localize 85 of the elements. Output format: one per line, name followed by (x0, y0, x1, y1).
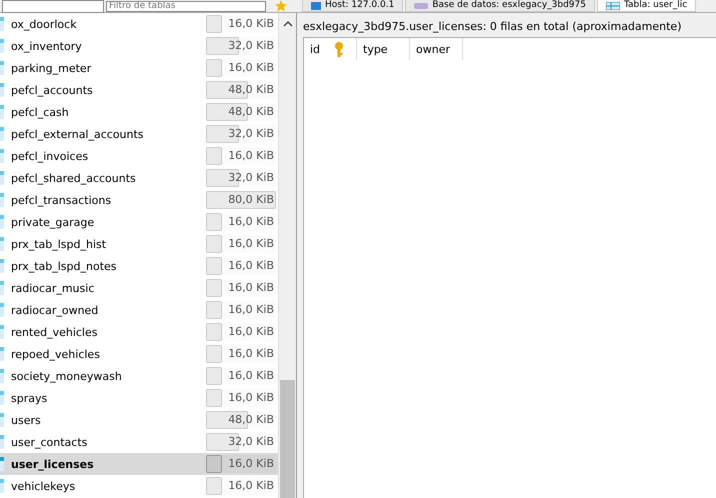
table-list-item[interactable]: society_moneywash 16,0 KiB (0, 365, 278, 387)
table-list-item[interactable]: vehiclekeys 16,0 KiB (0, 475, 278, 497)
column-label: type (363, 42, 388, 56)
table-icon (0, 149, 4, 163)
scrollbar[interactable] (278, 13, 296, 498)
column-header[interactable]: owner (410, 38, 463, 60)
table-size: 48,0 KiB (228, 413, 274, 426)
table-icon (0, 303, 4, 317)
table-size: 48,0 KiB (228, 83, 274, 96)
database-filter-field[interactable] (2, 0, 104, 12)
table-size: 32,0 KiB (228, 435, 274, 448)
column-label: owner (416, 42, 450, 56)
table-icon (0, 83, 4, 97)
table-list-item[interactable]: pefcl_transactions 80,0 KiB (0, 189, 278, 211)
table-list-item[interactable]: parking_meter 16,0 KiB (0, 57, 278, 79)
table-icon (0, 193, 4, 207)
table-icon (0, 127, 4, 141)
tab[interactable]: Base de datos: esxlegacy_3bd975 (405, 0, 595, 12)
table-list-item[interactable]: prx_tab_lspd_hist 16,0 KiB (0, 233, 278, 255)
table-list-item[interactable]: radiocar_music 16,0 KiB (0, 277, 278, 299)
table-size: 16,0 KiB (228, 391, 274, 404)
table-list-item[interactable]: user_licenses 16,0 KiB (0, 453, 278, 475)
table-list-item[interactable]: pefcl_external_accounts 32,0 KiB (0, 123, 278, 145)
table-icon (0, 435, 4, 449)
table-icon (0, 259, 4, 273)
table-icon (0, 479, 4, 493)
scrollbar-thumb[interactable] (280, 380, 295, 498)
table-icon (0, 105, 4, 119)
table-list-item[interactable]: user_contacts 32,0 KiB (0, 431, 278, 453)
table-size: 16,0 KiB (228, 17, 274, 30)
table-size: 16,0 KiB (228, 215, 274, 228)
table-list-item[interactable]: radiocar_owned 16,0 KiB (0, 299, 278, 321)
table-list-item[interactable]: pefcl_accounts 48,0 KiB (0, 79, 278, 101)
table-list-item[interactable]: repoed_vehicles 16,0 KiB (0, 343, 278, 365)
table-list-item[interactable]: private_garage 16,0 KiB (0, 211, 278, 233)
table-size: 16,0 KiB (228, 347, 274, 360)
database-icon (414, 2, 428, 8)
table-icon (0, 215, 4, 229)
column-header[interactable]: id (304, 38, 357, 60)
table-size: 16,0 KiB (228, 325, 274, 338)
table-size: 48,0 KiB (228, 105, 274, 118)
table-size: 16,0 KiB (228, 457, 274, 470)
table-icon (0, 39, 4, 53)
table-list-item[interactable]: rented_vehicles 16,0 KiB (0, 321, 278, 343)
table-size: 16,0 KiB (228, 369, 274, 382)
table-icon (0, 413, 4, 427)
table-size: 16,0 KiB (228, 281, 274, 294)
table-size: 16,0 KiB (228, 479, 274, 492)
table-list-item[interactable]: pefcl_shared_accounts 32,0 KiB (0, 167, 278, 189)
tab[interactable]: Host: 127.0.0.1 (302, 0, 404, 12)
table-size: 16,0 KiB (228, 61, 274, 74)
star-icon[interactable] (274, 0, 288, 12)
table-size: 16,0 KiB (228, 237, 274, 250)
table-size: 32,0 KiB (228, 127, 274, 140)
table-summary: esxlegacy_3bd975.user_licenses: 0 filas en total (aproximadamente) (303, 19, 682, 35)
table-size: 32,0 KiB (228, 39, 274, 52)
column-header[interactable]: type (357, 38, 410, 60)
table-icon (0, 369, 4, 383)
table-list-item[interactable]: users 48,0 KiB (0, 409, 278, 431)
scroll-up-icon[interactable] (282, 21, 292, 27)
table-icon (606, 2, 620, 10)
table-list-item[interactable]: pefcl_cash 48,0 KiB (0, 101, 278, 123)
tab[interactable]: Tabla: user_lic (596, 0, 696, 12)
table-icon (0, 347, 4, 361)
table-icon (0, 391, 4, 405)
table-size: 16,0 KiB (228, 149, 274, 162)
column-label: id (310, 42, 320, 56)
table-icon (0, 457, 4, 471)
table-icon (0, 325, 4, 339)
table-size: 32,0 KiB (228, 171, 274, 184)
table-list-item[interactable]: prx_tab_lspd_notes 16,0 KiB (0, 255, 278, 277)
table-icon (0, 61, 4, 75)
table-size: 80,0 KiB (228, 193, 274, 206)
table-list-item[interactable]: pefcl_invoices 16,0 KiB (0, 145, 278, 167)
table-icon (0, 17, 4, 31)
table-list-item[interactable]: ox_inventory 32,0 KiB (0, 35, 278, 57)
table-icon (0, 281, 4, 295)
table-size: 16,0 KiB (228, 259, 274, 272)
table-size: 16,0 KiB (228, 303, 274, 316)
table-icon (0, 237, 4, 251)
table-list-item[interactable]: sprays 16,0 KiB (0, 387, 278, 409)
server-icon (311, 2, 321, 10)
table-list-item[interactable]: ox_doorlock 16,0 KiB (0, 13, 278, 35)
table-icon (0, 171, 4, 185)
table-filter-field[interactable]: Filtro de tablas (106, 0, 266, 12)
